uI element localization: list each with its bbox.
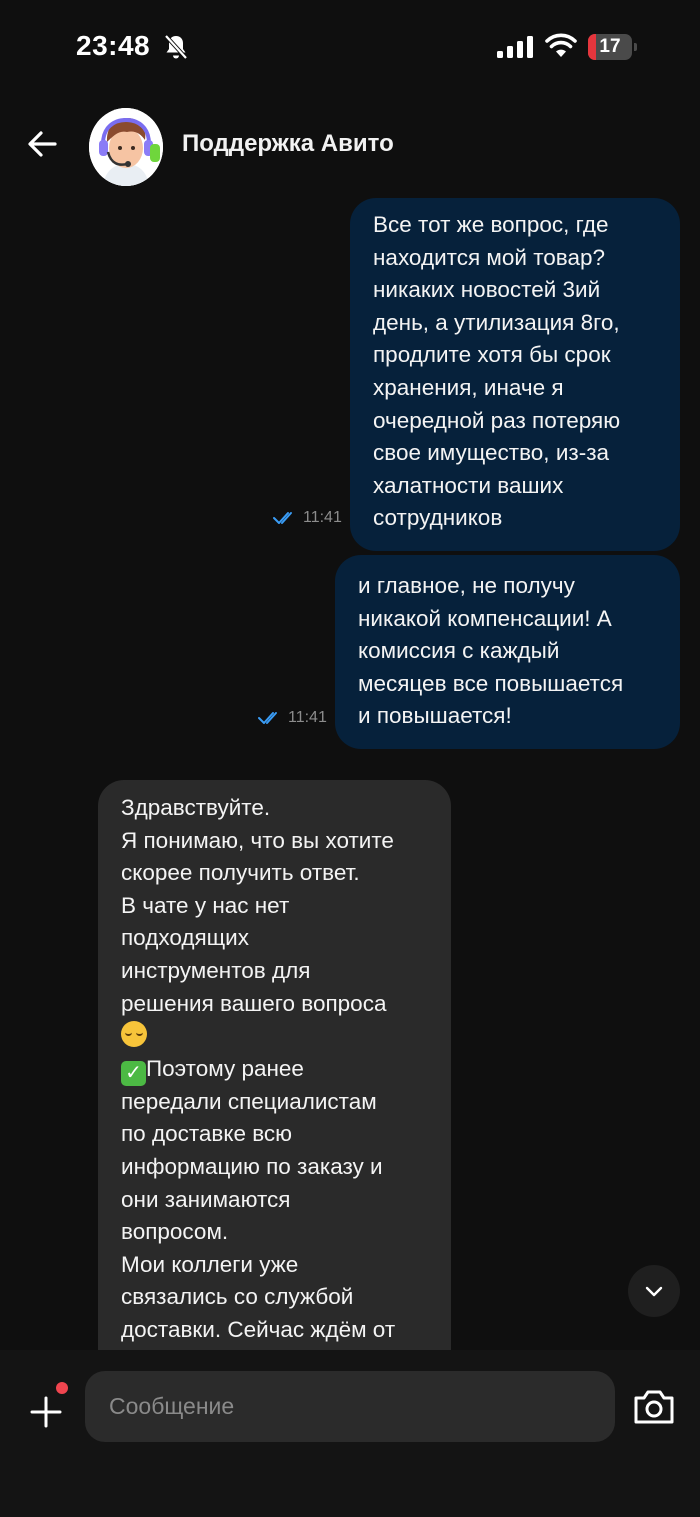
chevron-down-icon — [645, 1286, 663, 1297]
wifi-icon — [545, 33, 577, 57]
double-check-icon — [258, 712, 277, 724]
message-text-part2: Поэтому ранее передали специалистам по д… — [121, 1055, 396, 1342]
message-text: Здравствуйте. Я понимаю, что вы хотите с… — [121, 792, 441, 1347]
message-input[interactable] — [85, 1371, 615, 1442]
status-time: 23:48 — [76, 30, 151, 61]
camera-icon[interactable] — [632, 1388, 676, 1426]
message-time: 11:41 — [288, 709, 327, 726]
pensive-face-icon — [121, 1021, 147, 1048]
message-text: и главное, не получу никакой компенсации… — [358, 573, 624, 729]
outgoing-message[interactable]: и главное, не получу никакой компенсации… — [335, 555, 680, 749]
scroll-down-button[interactable] — [628, 1265, 680, 1317]
message-text-part1: Здравствуйте. Я понимаю, что вы хотите с… — [121, 795, 394, 1016]
battery-level: 17 — [599, 36, 621, 57]
back-arrow-icon[interactable] — [22, 124, 62, 164]
status-bar: 23:48 17 — [0, 0, 700, 95]
check-mark-icon: ✓ — [121, 1060, 146, 1086]
double-check-icon — [273, 512, 292, 524]
bell-off-icon — [164, 34, 188, 60]
signal-icon — [497, 36, 533, 58]
message-time: 11:41 — [303, 509, 342, 526]
message-composer — [0, 1350, 700, 1517]
battery-icon: 17 — [588, 34, 638, 60]
plus-icon[interactable] — [24, 1390, 68, 1434]
outgoing-message[interactable]: Все тот же вопрос, где находится мой тов… — [350, 198, 680, 551]
chat-header: Поддержка Авито — [0, 100, 700, 192]
avatar[interactable] — [89, 108, 163, 186]
message-text: Все тот же вопрос, где находится мой тов… — [373, 212, 621, 531]
message-meta: 11:41 — [273, 509, 342, 527]
incoming-message[interactable]: Здравствуйте. Я понимаю, что вы хотите с… — [98, 780, 451, 1400]
chat-title: Поддержка Авито — [182, 130, 394, 157]
notification-dot — [56, 1382, 68, 1394]
support-agent-icon — [89, 108, 163, 186]
message-meta: 11:41 — [258, 709, 327, 727]
